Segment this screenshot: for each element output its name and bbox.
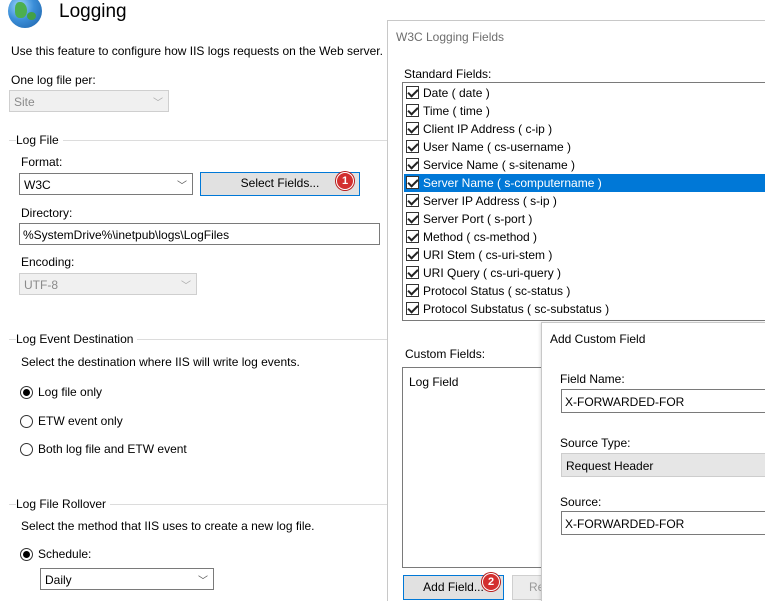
field-row-protocol-status[interactable]: Protocol Status ( sc-status ) — [404, 282, 765, 300]
log-file-group-label: Log File — [16, 133, 63, 147]
log-file-group-border — [9, 140, 387, 141]
field-row-protocol-substatus[interactable]: Protocol Substatus ( sc-substatus ) — [404, 300, 765, 318]
checkbox-icon[interactable] — [406, 212, 419, 225]
field-label: URI Query ( cs-uri-query ) — [423, 266, 562, 280]
field-row-method[interactable]: Method ( cs-method ) — [404, 228, 765, 246]
radio-etw-event-only-label[interactable]: ETW event only — [38, 414, 123, 428]
field-name-value: X-FORWARDED-FOR — [565, 395, 685, 409]
checkbox-icon[interactable] — [406, 104, 419, 117]
chevron-down-icon: ﹀ — [177, 181, 187, 192]
field-label: Protocol Status ( sc-status ) — [423, 284, 571, 298]
field-label: Protocol Substatus ( sc-substatus ) — [423, 302, 610, 316]
field-row-date[interactable]: Date ( date ) — [404, 84, 765, 102]
radio-schedule[interactable] — [20, 548, 33, 561]
checkbox-icon[interactable] — [406, 86, 419, 99]
custom-fields-list[interactable] — [402, 367, 542, 568]
checkbox-icon[interactable] — [406, 248, 419, 261]
page-title: Logging — [59, 1, 127, 22]
radio-schedule-label[interactable]: Schedule: — [38, 547, 91, 561]
step-2-badge: 2 — [482, 573, 500, 591]
source-input[interactable]: X-FORWARDED-FOR — [561, 511, 765, 535]
source-type-select[interactable]: Request Header — [561, 453, 765, 477]
field-label: User Name ( cs-username ) — [423, 140, 572, 154]
field-label: URI Stem ( cs-uri-stem ) — [423, 248, 553, 262]
field-label: Time ( time ) — [423, 104, 490, 118]
schedule-value: Daily — [45, 573, 72, 587]
directory-input[interactable]: %SystemDrive%\inetpub\logs\LogFiles — [19, 223, 380, 245]
source-label: Source: — [560, 495, 602, 509]
source-type-value: Request Header — [566, 459, 654, 473]
add-custom-field-title: Add Custom Field — [550, 332, 646, 346]
source-type-label: Source Type: — [560, 436, 631, 450]
field-label: Method ( cs-method ) — [423, 230, 538, 244]
field-label: Client IP Address ( c-ip ) — [423, 122, 553, 136]
one-log-file-per-select[interactable]: Site ﹀ — [9, 90, 169, 112]
format-label: Format: — [21, 155, 63, 169]
log-event-destination-description: Select the destination where IIS will wr… — [21, 355, 300, 369]
encoding-select[interactable]: UTF-8 ﹀ — [19, 273, 197, 295]
checkbox-icon[interactable] — [406, 266, 419, 279]
log-event-destination-group-label: Log Event Destination — [16, 332, 138, 346]
checkbox-icon[interactable] — [406, 122, 419, 135]
format-value: W3C — [24, 178, 51, 192]
field-name-input[interactable]: X-FORWARDED-FOR — [561, 389, 765, 413]
radio-etw-event-only[interactable] — [20, 415, 33, 428]
field-row-server-port[interactable]: Server Port ( s-port ) — [404, 210, 765, 228]
checkbox-icon[interactable] — [406, 158, 419, 171]
w3c-dialog-title: W3C Logging Fields — [396, 30, 505, 44]
page-description: Use this feature to configure how IIS lo… — [11, 44, 383, 58]
checkbox-icon[interactable] — [406, 140, 419, 153]
radio-both-log-file-and-etw-label[interactable]: Both log file and ETW event — [38, 442, 187, 456]
field-row-service-name[interactable]: Service Name ( s-sitename ) — [404, 156, 765, 174]
log-file-rollover-description: Select the method that IIS uses to creat… — [21, 519, 315, 533]
remove-field-button[interactable]: Re — [512, 575, 542, 600]
field-row-uri-query[interactable]: URI Query ( cs-uri-query ) — [404, 264, 765, 282]
standard-fields-label: Standard Fields: — [404, 67, 492, 81]
checkbox-icon[interactable] — [406, 194, 419, 207]
field-row-server-ip[interactable]: Server IP Address ( s-ip ) — [404, 192, 765, 210]
one-log-file-per-value: Site — [14, 95, 35, 109]
chevron-down-icon: ﹀ — [181, 281, 191, 292]
checkbox-icon[interactable] — [406, 302, 419, 315]
encoding-value: UTF-8 — [24, 278, 58, 292]
field-row-time[interactable]: Time ( time ) — [404, 102, 765, 120]
checkbox-icon[interactable] — [406, 176, 419, 189]
field-row-user-name[interactable]: User Name ( cs-username ) — [404, 138, 765, 156]
custom-fields-header-log-field: Log Field — [409, 375, 459, 389]
field-row-uri-stem[interactable]: URI Stem ( cs-uri-stem ) — [404, 246, 765, 264]
field-label: Service Name ( s-sitename ) — [423, 158, 576, 172]
custom-fields-label: Custom Fields: — [405, 347, 486, 361]
field-name-label: Field Name: — [560, 372, 625, 386]
iis-globe-icon — [8, 0, 42, 28]
field-label: Server IP Address ( s-ip ) — [423, 194, 557, 208]
field-label: Server Port ( s-port ) — [423, 212, 533, 226]
checkbox-icon[interactable] — [406, 284, 419, 297]
log-file-rollover-group-label: Log File Rollover — [16, 497, 111, 511]
standard-fields-list[interactable]: Date ( date ) Time ( time ) Client IP Ad… — [402, 82, 765, 321]
field-row-client-ip[interactable]: Client IP Address ( c-ip ) — [404, 120, 765, 138]
chevron-down-icon: ﹀ — [153, 98, 163, 109]
field-row-server-name[interactable]: Server Name ( s-computername ) — [404, 174, 765, 192]
chevron-down-icon: ﹀ — [198, 576, 208, 587]
radio-log-file-only-label[interactable]: Log file only — [38, 385, 102, 399]
step-1-badge: 1 — [336, 172, 354, 190]
schedule-select[interactable]: Daily ﹀ — [40, 568, 214, 590]
radio-log-file-only[interactable] — [20, 386, 33, 399]
source-value: X-FORWARDED-FOR — [565, 517, 685, 531]
checkbox-icon[interactable] — [406, 230, 419, 243]
field-label: Server Name ( s-computername ) — [423, 176, 602, 190]
directory-label: Directory: — [21, 206, 73, 220]
encoding-label: Encoding: — [21, 255, 75, 269]
radio-both-log-file-and-etw[interactable] — [20, 443, 33, 456]
format-select[interactable]: W3C ﹀ — [19, 173, 193, 195]
field-label: Date ( date ) — [423, 86, 490, 100]
directory-value: %SystemDrive%\inetpub\logs\LogFiles — [23, 228, 230, 242]
one-log-file-per-label: One log file per: — [11, 73, 96, 87]
